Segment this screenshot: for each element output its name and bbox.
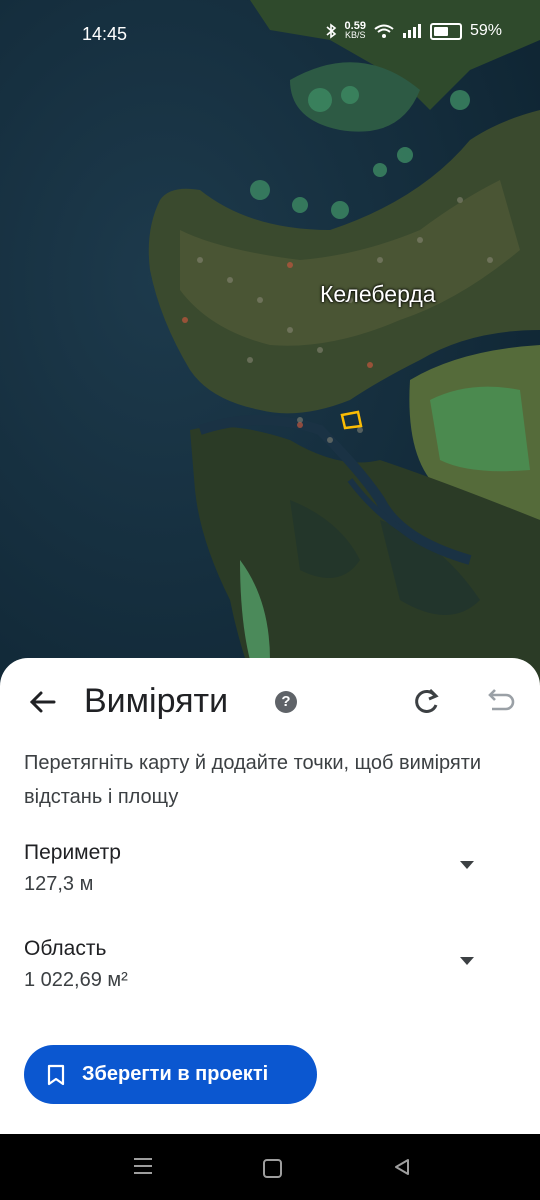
area-value: 1 022,69 м²	[24, 969, 128, 991]
battery-icon	[429, 22, 462, 40]
instruction-text: Перетягніть карту й додайте точки, щоб в…	[24, 752, 482, 808]
perimeter-dropdown-icon[interactable]	[460, 861, 474, 869]
measure-panel: Виміряти ? Перетягніть карту й додайте т…	[0, 658, 540, 1134]
place-label: Келеберда	[320, 281, 436, 307]
area-label: Область	[24, 937, 107, 960]
net-speed: 0.59 KB/S	[345, 21, 366, 40]
status-bar: 14:45 0.59 KB/S 59%	[0, 0, 540, 56]
perimeter-value: 127,3 м	[24, 873, 94, 895]
system-nav-bar	[0, 1134, 540, 1200]
save-button-label: Зберегти в проекті	[82, 1063, 269, 1085]
net-speed-unit: KB/S	[345, 30, 366, 40]
help-icon[interactable]: ?	[275, 691, 297, 713]
home-icon[interactable]	[263, 1159, 282, 1178]
panel-title: Виміряти	[84, 682, 229, 720]
satellite-map[interactable]: Келеберда	[0, 0, 540, 700]
undo-icon[interactable]	[480, 684, 516, 720]
bluetooth-icon	[326, 23, 336, 39]
save-to-project-button[interactable]: Зберегти в проекті	[24, 1045, 317, 1104]
redo-icon[interactable]	[408, 684, 444, 720]
back-icon[interactable]	[392, 1157, 412, 1177]
signal-icon	[402, 24, 421, 38]
back-arrow-icon[interactable]	[24, 684, 60, 720]
panel-header: Виміряти ?	[0, 658, 540, 746]
area-row[interactable]: Область 1 022,69 м²	[24, 937, 514, 992]
status-time: 14:45	[82, 24, 128, 44]
map-imagery	[0, 0, 540, 700]
menu-icon[interactable]	[134, 1158, 152, 1179]
perimeter-label: Периметр	[24, 841, 121, 864]
bookmark-icon	[47, 1064, 65, 1085]
battery-percent: 59%	[469, 22, 502, 39]
wifi-icon	[374, 24, 394, 38]
perimeter-row[interactable]: Периметр 127,3 м	[24, 841, 514, 896]
area-dropdown-icon[interactable]	[460, 957, 474, 965]
